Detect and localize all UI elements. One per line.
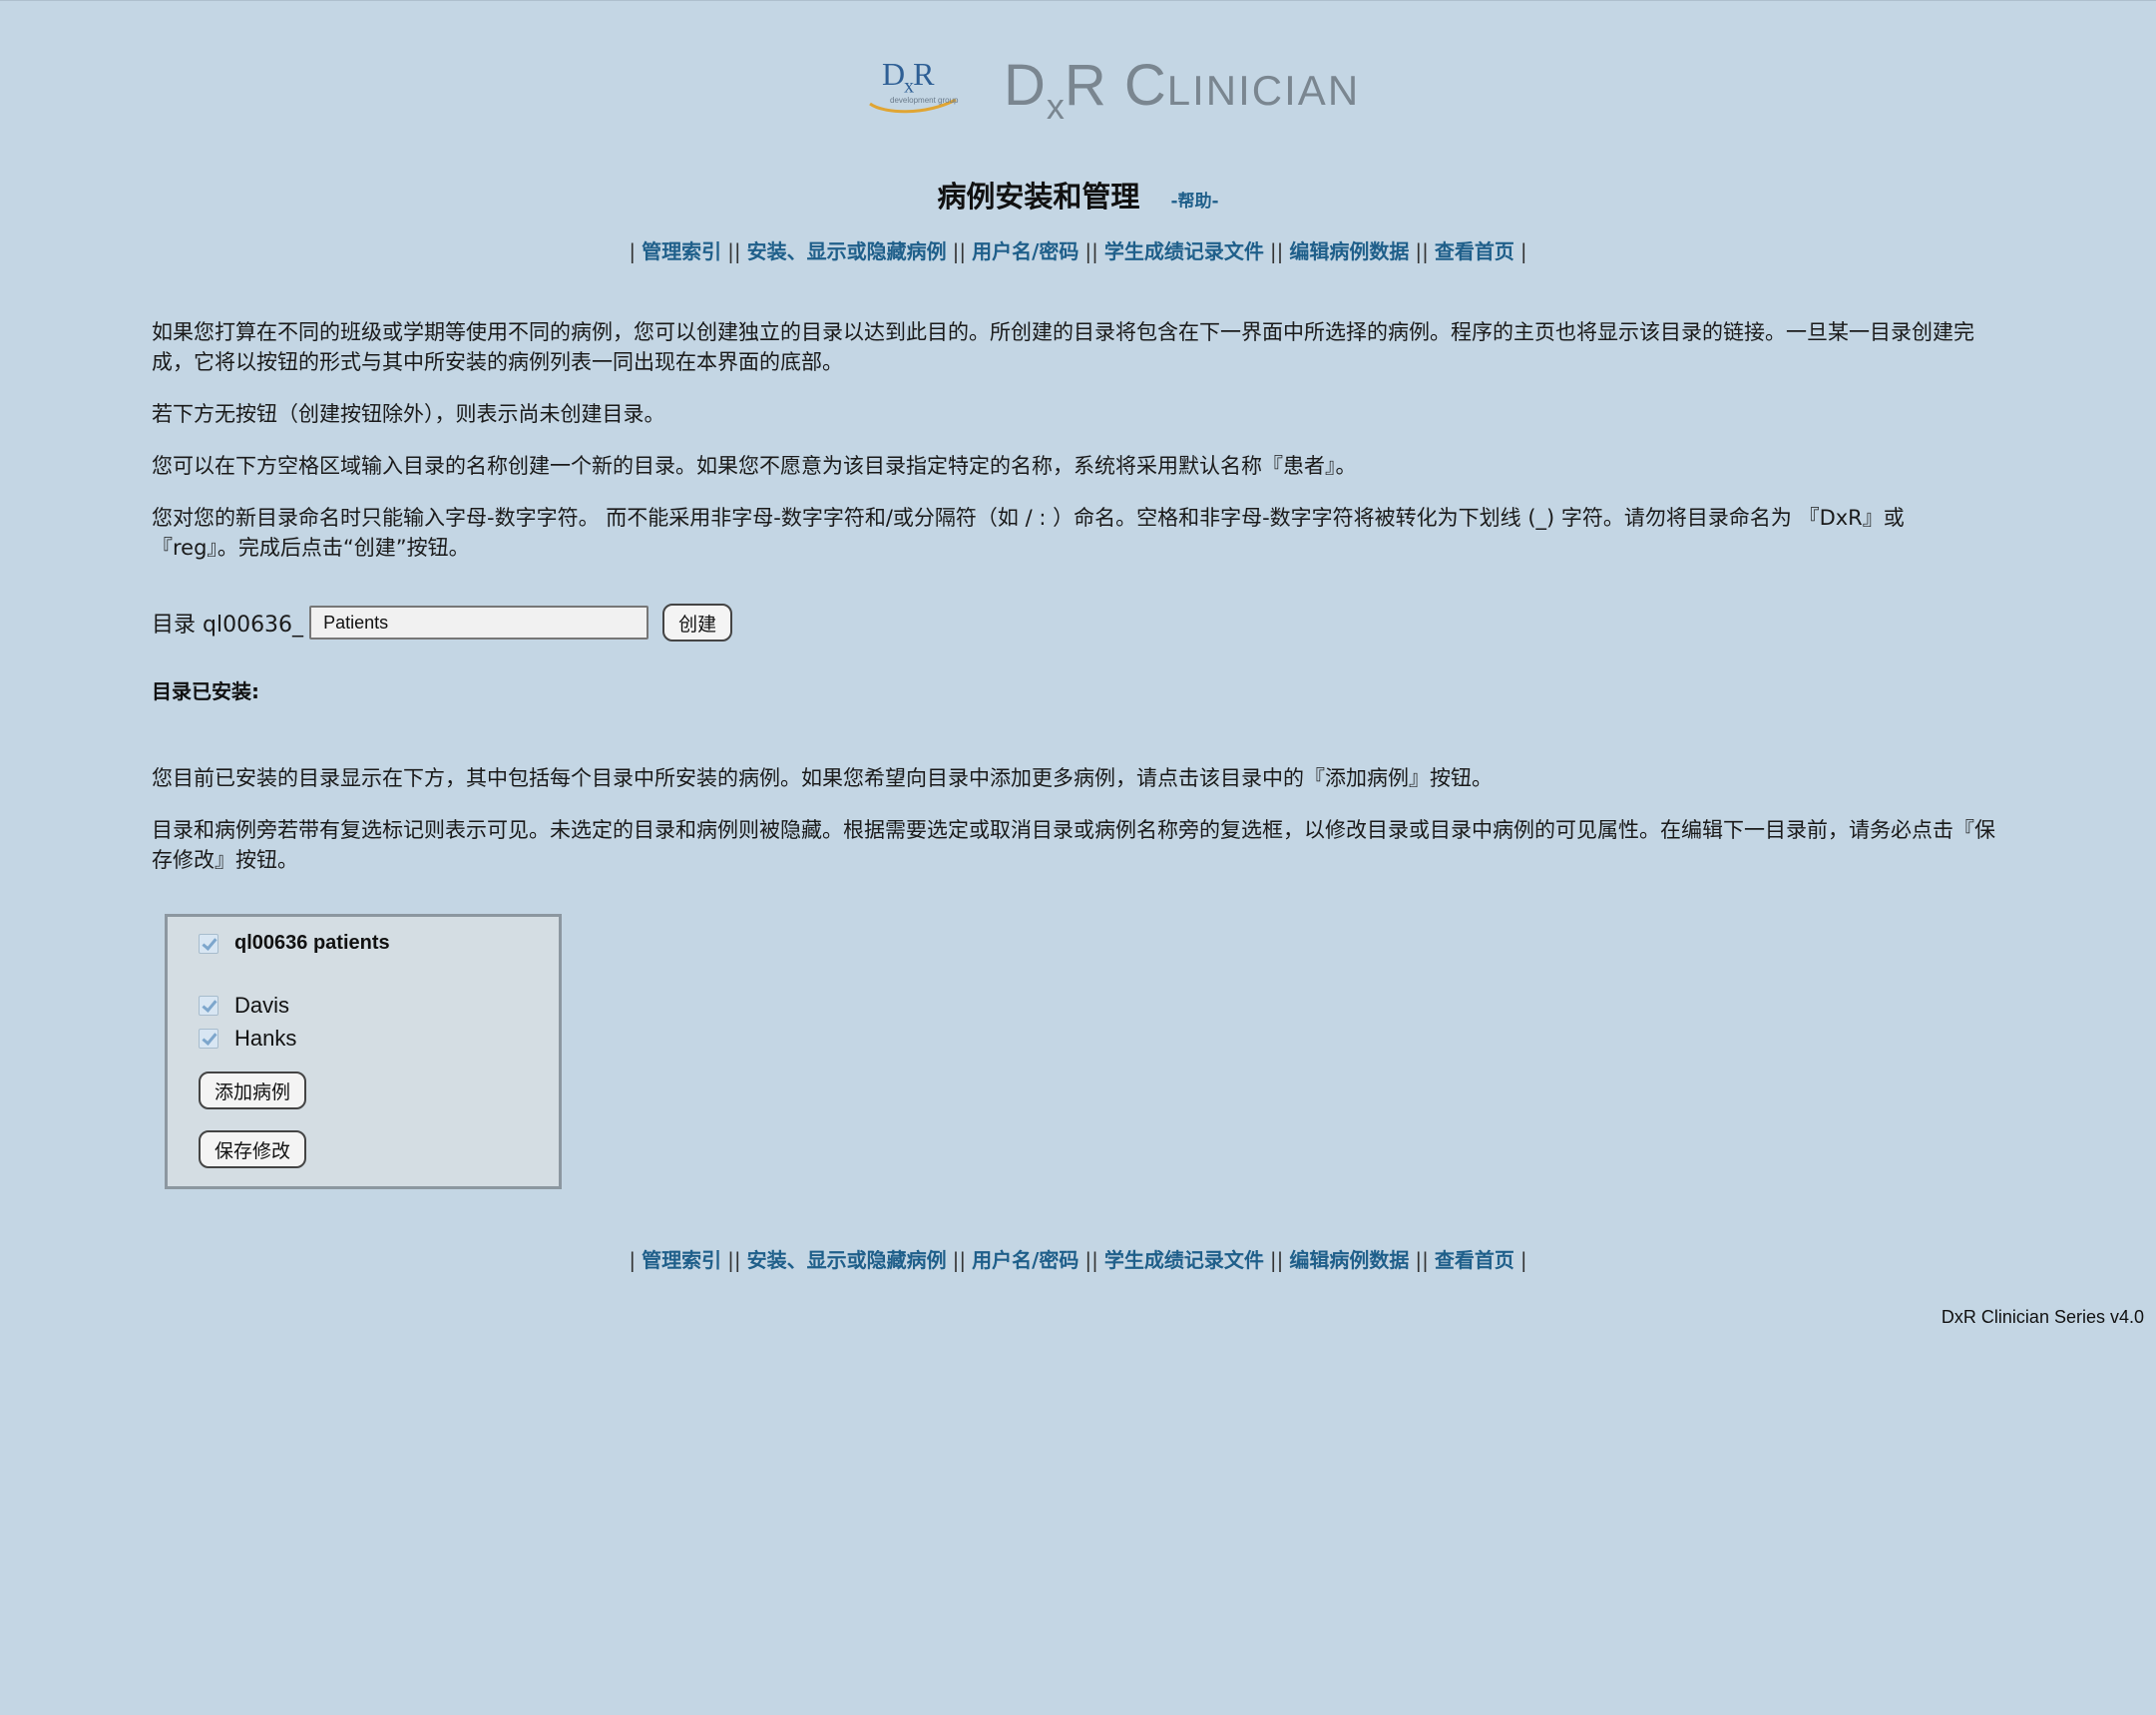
nav-student-records[interactable]: 学生成绩记录文件: [1104, 1248, 1264, 1272]
intro-paragraph-4: 您对您的新目录命名时只能输入字母-数字字符。 而不能采用非字母-数字字符和/或分…: [152, 506, 1905, 560]
directory-label: 目录 ql00636_: [152, 613, 304, 638]
version-label: DxR Clinician Series v4.0: [1940, 1307, 2144, 1327]
installed-paragraph-2: 目录和病例旁若带有复选标记则表示可见。未选定的目录和病例则被隐藏。根据需要选定或…: [152, 818, 1995, 872]
create-directory-form: 目录 ql00636_ 创建: [152, 603, 733, 643]
nav-install-cases[interactable]: 安装、显示或隐藏病例: [747, 239, 947, 263]
nav-home[interactable]: 查看首页: [1435, 1248, 1514, 1272]
intro-paragraph-1: 如果您打算在不同的班级或学期等使用不同的病例，您可以创建独立的目录以达到此目的。…: [152, 320, 1974, 374]
page-title: 病例安装和管理: [937, 180, 1140, 214]
case-checkbox-davis[interactable]: [199, 996, 218, 1016]
installed-text: 您目前已安装的目录显示在下方，其中包括每个目录中所安装的病例。如果您希望向目录中…: [152, 763, 1997, 897]
create-button[interactable]: 创建: [662, 604, 733, 642]
intro-paragraph-2: 若下方无按钮（创建按钮除外），则表示尚未创建目录。: [152, 402, 665, 426]
intro-text: 如果您打算在不同的班级或学期等使用不同的病例，您可以创建独立的目录以达到此目的。…: [152, 317, 1997, 585]
bottom-nav: | 管理索引 || 安装、显示或隐藏病例 || 用户名/密码 || 学生成绩记录文件 || 编辑病…: [629, 1248, 1527, 1272]
nav-edit-case-data[interactable]: 编辑病例数据: [1289, 239, 1409, 263]
installed-heading: 目录已安装:: [152, 679, 259, 703]
title-row: 病例安装和管理 -帮助-: [0, 174, 2156, 215]
nav-edit-case-data[interactable]: 编辑病例数据: [1289, 1248, 1409, 1272]
header: DxR development group DxR CLINICIAN: [0, 48, 2156, 128]
directory-panel: ql00636 patients Davis Hanks 添加病例 保存修改: [165, 914, 562, 1189]
nav-install-cases[interactable]: 安装、显示或隐藏病例: [747, 1248, 947, 1272]
top-nav: | 管理索引 || 安装、显示或隐藏病例 || 用户名/密码 || 学生成绩记录文件 || 编辑病…: [629, 239, 1527, 263]
help-link[interactable]: -帮助-: [1170, 192, 1218, 212]
nav-admin-index[interactable]: 管理索引: [642, 239, 721, 263]
nav-username-password[interactable]: 用户名/密码: [972, 239, 1078, 263]
directory-name-input[interactable]: [309, 606, 649, 640]
case-name-davis: Davis: [234, 993, 290, 1018]
directory-name: ql00636 patients: [234, 932, 390, 954]
nav-student-records[interactable]: 学生成绩记录文件: [1104, 239, 1264, 263]
nav-admin-index[interactable]: 管理索引: [642, 1248, 721, 1272]
add-case-button[interactable]: 添加病例: [199, 1072, 307, 1109]
save-changes-button[interactable]: 保存修改: [199, 1130, 307, 1168]
nav-home[interactable]: 查看首页: [1435, 239, 1514, 263]
directory-checkbox[interactable]: [199, 934, 218, 954]
intro-paragraph-3: 您可以在下方空格区域输入目录的名称创建一个新的目录。如果您不愿意为该目录指定特定…: [152, 454, 1357, 478]
top-rule: [0, 0, 2156, 1]
case-name-hanks: Hanks: [234, 1026, 297, 1051]
installed-paragraph-1: 您目前已安装的目录显示在下方，其中包括每个目录中所安装的病例。如果您希望向目录中…: [152, 766, 1493, 790]
dxr-development-group-logo: DxR development group: [864, 56, 964, 118]
nav-username-password[interactable]: 用户名/密码: [972, 1248, 1078, 1272]
case-checkbox-hanks[interactable]: [199, 1029, 218, 1049]
dxr-clinician-logo: DxR CLINICIAN: [1004, 53, 1361, 127]
